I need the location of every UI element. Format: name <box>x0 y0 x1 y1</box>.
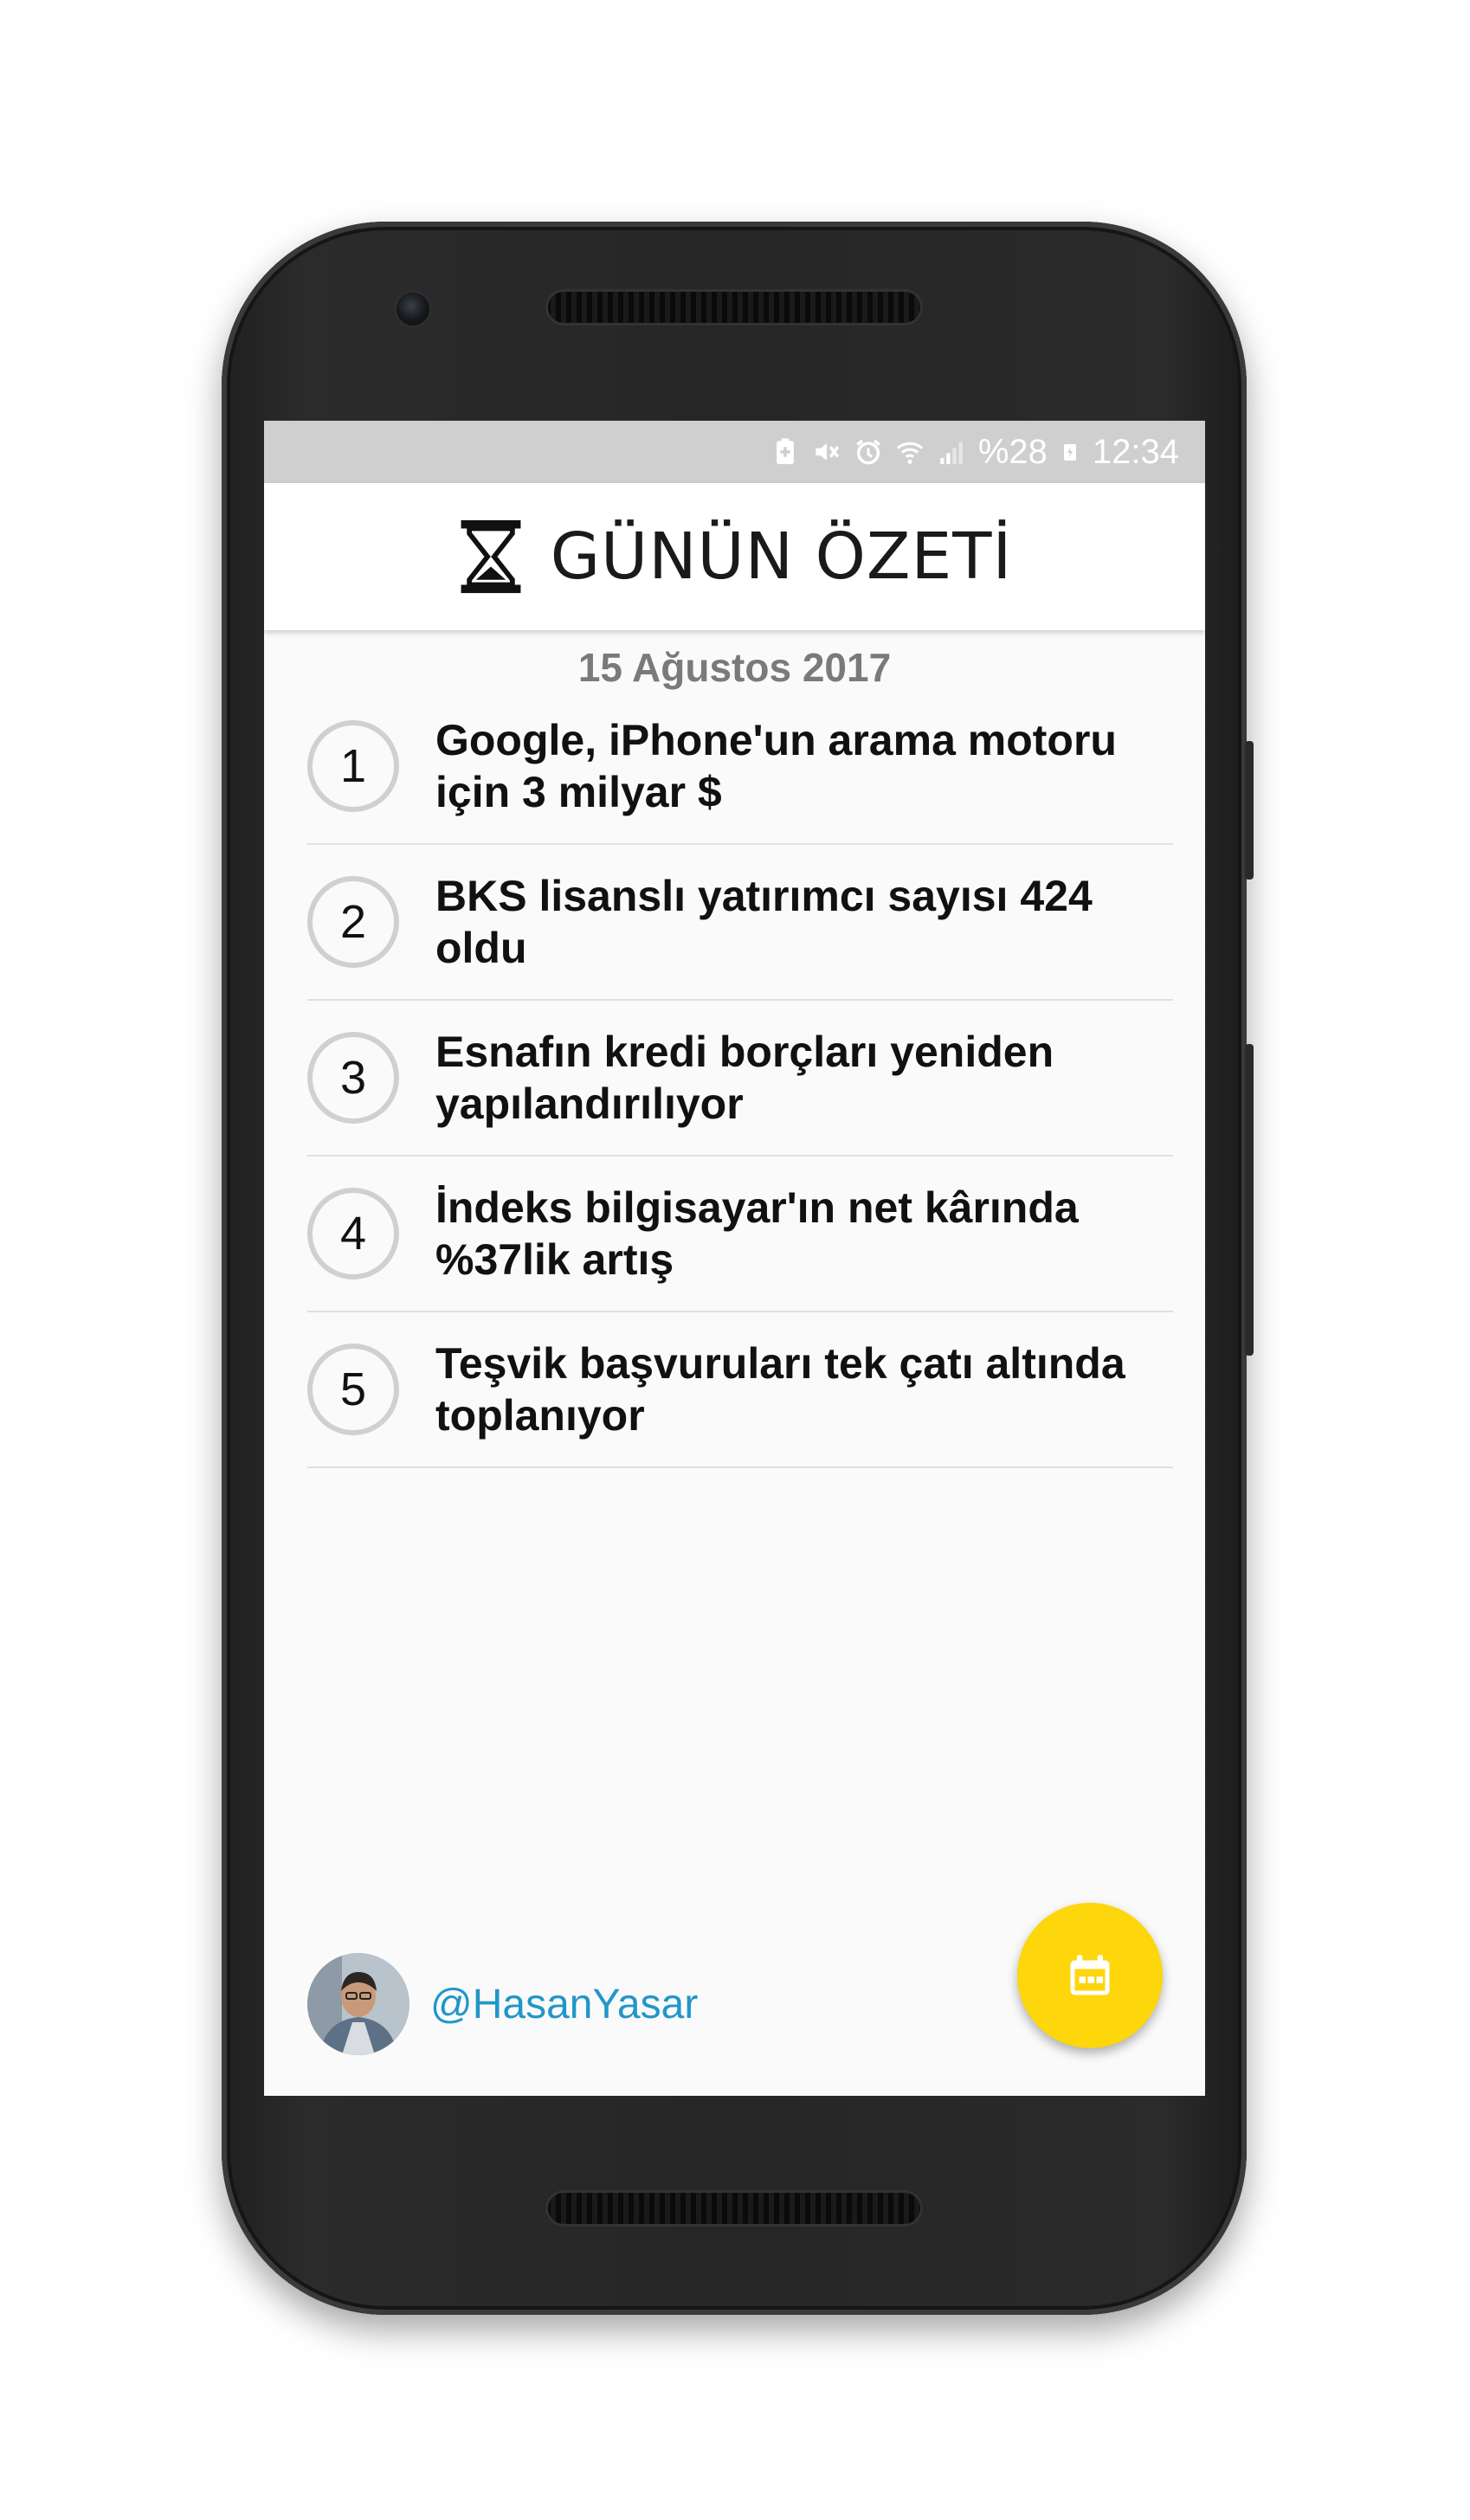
headline-text: İndeks bilgisayar'ın net kârında %37lik … <box>435 1183 1079 1284</box>
wifi-icon <box>896 441 924 464</box>
list-item[interactable]: 1 Google, iPhone'un arama motoru için 3 … <box>307 689 1173 845</box>
headline-text: Google, iPhone'un arama motoru için 3 mi… <box>435 716 1117 816</box>
front-camera <box>397 293 429 325</box>
date-label: 15 Ağustos 2017 <box>577 645 892 690</box>
signal-icon <box>940 441 963 465</box>
top-speaker <box>545 289 923 325</box>
list-item[interactable]: 3 Esnafın kredi borçları yeniden yapılan… <box>307 1001 1173 1157</box>
mute-icon <box>816 443 839 461</box>
charging-icon <box>1063 444 1076 461</box>
item-number-badge: 5 <box>307 1344 399 1435</box>
hourglass-icon <box>461 519 521 594</box>
battery-saver-icon <box>776 438 794 465</box>
list-item[interactable]: 2 BKS lisanslı yatırımcı sayısı 424 oldu <box>307 845 1173 1001</box>
bottom-speaker <box>545 2190 923 2227</box>
power-button <box>1245 741 1254 880</box>
list-item[interactable]: 5 Teşvik başvuruları tek çatı altında to… <box>307 1312 1173 1468</box>
battery-percent: %28 <box>977 432 1048 471</box>
calendar-fab-button[interactable] <box>1017 1903 1163 2048</box>
volume-button <box>1245 1044 1254 1356</box>
app-screen: %28 12:34 GÜNÜN ÖZETİ 15 Ağustos 2017 1 … <box>264 421 1205 2096</box>
item-number-badge: 1 <box>307 720 399 812</box>
author-handle-link[interactable]: @HasanYasar <box>430 1981 698 2028</box>
app-bar: GÜNÜN ÖZETİ <box>264 483 1205 630</box>
status-time: 12:34 <box>1092 432 1179 471</box>
calendar-icon <box>1070 1955 1110 1995</box>
list-item[interactable]: 4 İndeks bilgisayar'ın net kârında %37li… <box>307 1157 1173 1312</box>
headline-text: Teşvik başvuruları tek çatı altında topl… <box>435 1339 1125 1440</box>
status-bar: %28 12:34 <box>264 421 1205 483</box>
item-number-badge: 4 <box>307 1188 399 1279</box>
item-number-badge: 3 <box>307 1032 399 1124</box>
alarm-icon <box>856 439 880 465</box>
avatar[interactable] <box>307 1953 409 2055</box>
app-title: GÜNÜN ÖZETİ <box>550 519 1013 594</box>
headline-list: 1 Google, iPhone'un arama motoru için 3 … <box>307 689 1173 1468</box>
author-credit[interactable]: @HasanYasar <box>307 1953 698 2055</box>
item-number-badge: 2 <box>307 876 399 968</box>
headline-text: BKS lisanslı yatırımcı sayısı 424 oldu <box>435 872 1093 972</box>
headline-text: Esnafın kredi borçları yeniden yapılandı… <box>435 1028 1054 1128</box>
